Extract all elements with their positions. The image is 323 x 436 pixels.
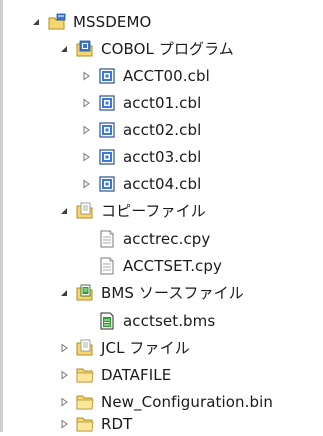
tree-item-file[interactable]: acct02.cbl [80,118,201,142]
tree-item-folder-cobol[interactable]: COBOL プログラム [58,37,234,61]
tree-item-file[interactable]: acctset.bms [98,309,215,333]
folder-label: BMS ソースファイル [101,284,244,302]
folder-label: DATAFILE [101,366,172,384]
tree-item-project-mssdemo[interactable]: MSSDEMO [30,10,151,34]
copybook-file-icon [98,230,116,248]
tree-item-folder-jcl[interactable]: JCL ファイル [58,336,190,360]
collapsed-arrow-icon[interactable] [58,418,70,430]
tree-item-file[interactable]: acct03.cbl [80,145,201,169]
tree-item-file[interactable]: ACCT00.cbl [80,64,210,88]
tree-item-folder-datafile[interactable]: DATAFILE [58,363,171,387]
collapsed-arrow-icon[interactable] [80,151,92,163]
collapsed-arrow-icon[interactable] [58,396,70,408]
expanded-arrow-icon[interactable] [58,205,70,217]
expanded-arrow-icon[interactable] [30,16,42,28]
collapsed-arrow-icon[interactable] [80,97,92,109]
file-label: acct01.cbl [123,94,202,112]
folder-label: New_Configuration.bin [101,393,274,411]
cobol-program-folder-icon [76,40,94,58]
cobol-file-icon [98,67,116,85]
view-left-border [0,0,3,432]
folder-icon [76,393,94,411]
jcl-folder-icon [76,339,94,357]
collapsed-arrow-icon[interactable] [80,124,92,136]
tree-item-folder-bms[interactable]: BMS ソースファイル [58,281,244,305]
file-label: acctset.bms [123,312,216,330]
bms-file-icon [98,312,116,330]
collapsed-arrow-icon[interactable] [58,342,70,354]
tree-item-file[interactable]: acctrec.cpy [98,227,210,251]
folder-label: RDT [101,415,133,433]
tree-item-folder-copy[interactable]: コピーファイル [58,199,206,223]
bms-folder-icon [76,284,94,302]
cobol-project-icon [48,13,66,31]
folder-icon [76,366,94,384]
file-label: acct03.cbl [123,148,202,166]
folder-label: コピーファイル [101,202,206,220]
copybook-file-icon [98,257,116,275]
folder-label: JCL ファイル [101,339,190,357]
tree-item-file[interactable]: acct01.cbl [80,91,201,115]
expanded-arrow-icon[interactable] [58,287,70,299]
tree-item-file[interactable]: acct04.cbl [80,172,201,196]
tree-item-folder-new-configuration[interactable]: New_Configuration.bin [58,390,273,414]
file-label: ACCT00.cbl [123,67,210,85]
cobol-file-icon [98,121,116,139]
file-label: acct02.cbl [123,121,202,139]
collapsed-arrow-icon[interactable] [58,369,70,381]
tree-item-file[interactable]: ACCTSET.cpy [98,254,222,278]
copy-folder-icon [76,202,94,220]
cobol-file-icon [98,175,116,193]
folder-label: COBOL プログラム [101,40,234,58]
cobol-file-icon [98,148,116,166]
collapsed-arrow-icon[interactable] [80,70,92,82]
tree-item-folder-rdt[interactable]: RDT [58,412,132,436]
file-label: acct04.cbl [123,175,202,193]
cobol-file-icon [98,94,116,112]
collapsed-arrow-icon[interactable] [80,178,92,190]
folder-icon [76,415,94,433]
file-label: ACCTSET.cpy [123,257,223,275]
expanded-arrow-icon[interactable] [58,43,70,55]
file-label: acctrec.cpy [123,230,211,248]
project-label: MSSDEMO [73,13,152,31]
